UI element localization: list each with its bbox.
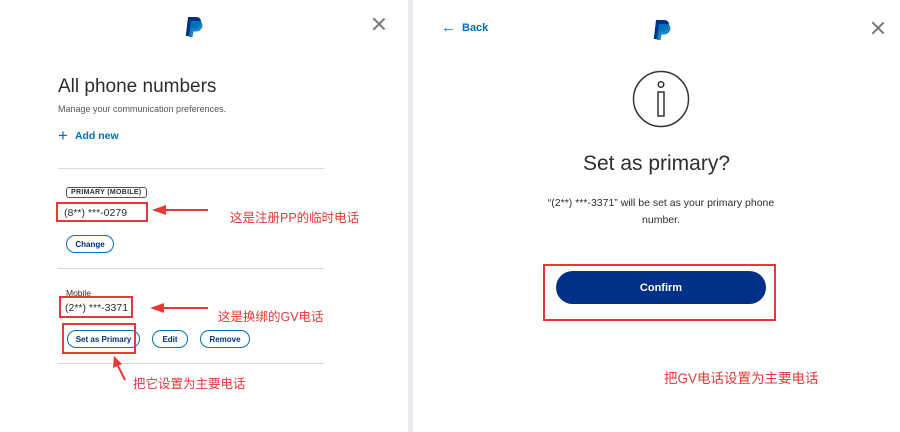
divider — [58, 268, 324, 269]
divider — [58, 363, 324, 364]
highlight-box-set-primary — [62, 323, 136, 354]
remove-button[interactable]: Remove — [200, 330, 250, 348]
annotation-set-primary-note: 把它设置为主要电话 — [133, 377, 246, 391]
plus-icon: + — [58, 126, 68, 145]
close-icon[interactable] — [871, 21, 885, 35]
annotation-confirm-note: 把GV电话设置为主要电话 — [664, 371, 819, 386]
paypal-logo-icon — [653, 20, 671, 40]
annotation-primary-note: 这是注册PP的临时电话 — [230, 211, 360, 225]
dialog-message: “(2**) ***-3371” will be set as your pri… — [547, 197, 775, 226]
add-new-button[interactable]: + Add new — [58, 126, 119, 145]
edit-button[interactable]: Edit — [152, 330, 188, 348]
divider — [58, 168, 324, 169]
highlight-box-confirm — [543, 264, 776, 321]
back-arrow-icon: ← — [441, 19, 456, 36]
arrow-up-icon — [113, 356, 126, 381]
add-new-label: Add new — [74, 130, 119, 142]
dialog-title: Set as primary? — [582, 152, 731, 175]
set-primary-dialog: ← Back Set as primary? “(2**) ***-3371” … — [413, 0, 900, 432]
back-button[interactable]: ← Back — [441, 19, 488, 36]
info-icon — [632, 70, 690, 128]
page-subtitle: Manage your communication preferences. — [58, 104, 227, 114]
paypal-logo-icon — [185, 17, 203, 37]
arrow-left-icon — [152, 205, 208, 215]
back-label: Back — [462, 21, 489, 34]
close-icon[interactable] — [372, 17, 386, 31]
arrow-left-icon — [150, 303, 208, 313]
highlight-box-primary — [56, 202, 148, 222]
highlight-box-secondary — [59, 296, 133, 318]
annotation-secondary-note: 这是换绑的GV电话 — [218, 310, 324, 324]
page-title: All phone numbers — [58, 76, 217, 97]
change-button[interactable]: Change — [66, 235, 114, 253]
phone-numbers-panel: All phone numbers Manage your communicat… — [0, 0, 408, 432]
primary-badge: PRIMARY (MOBILE) — [66, 187, 147, 198]
